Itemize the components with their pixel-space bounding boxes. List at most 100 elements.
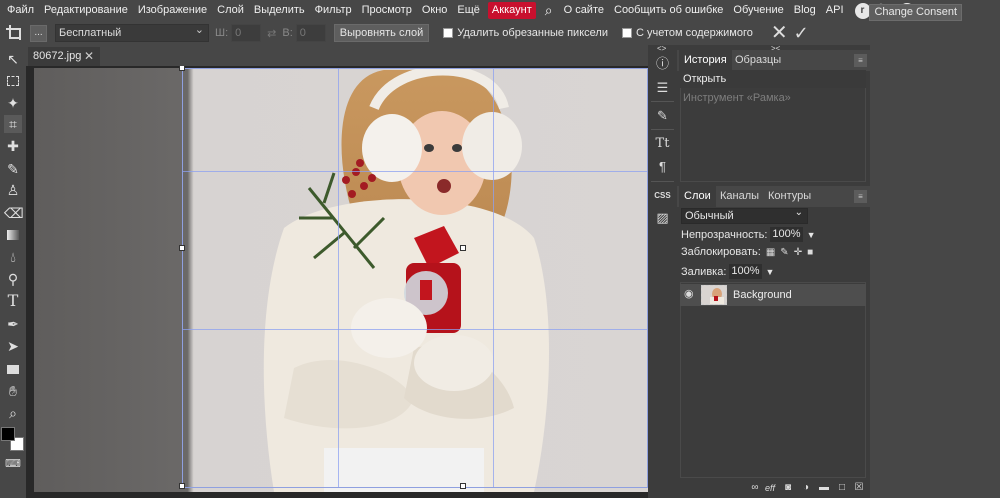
fill-input[interactable]: 100% [729,264,762,279]
menu-edit[interactable]: Редактирование [39,0,133,21]
options-bar: ... Бесплатный Ш: 0 ⇄ В: 0 Выровнять сло… [0,21,1000,45]
gradient-tool-icon[interactable] [4,226,22,244]
crop-handle-bottom-left[interactable] [179,483,185,489]
lock-pixels-icon[interactable]: ✎ [780,247,788,258]
document-tab[interactable]: 80672.jpg ✕ [28,47,100,66]
link-icon[interactable]: ∞ [749,482,761,494]
account-button[interactable]: Аккаунт [487,2,536,19]
crop-frame[interactable] [179,66,648,489]
width-input[interactable]: 0 [231,24,262,42]
history-item-crop[interactable]: Инструмент «Рамка» [680,89,866,107]
menu-file[interactable]: Файл [2,0,39,21]
height-input[interactable]: 0 [295,24,326,42]
menu-learn[interactable]: Обучение [728,0,788,21]
brush-tool-icon[interactable]: ✎ [4,160,22,178]
menu-bar: Файл Редактирование Изображение Слой Выд… [0,0,1000,21]
brush-settings-icon[interactable]: ✎ [654,107,671,124]
tab-swatches[interactable]: Образцы [730,50,786,71]
divider [651,101,674,102]
crop-handle-bottom[interactable] [460,483,466,489]
menu-view[interactable]: Просмотр [357,0,417,21]
adjustments-icon[interactable]: ☰ [654,79,671,96]
opacity-input[interactable]: 100% [770,227,803,242]
crop-grid-line [183,329,647,330]
document-tab-label: 80672.jpg [33,50,82,62]
canvas-area[interactable] [26,66,648,498]
keyboard-icon[interactable]: ⌨ [4,455,22,473]
content-aware-label: С учетом содержимого [635,27,753,39]
menu-image[interactable]: Изображение [133,0,212,21]
dodge-tool-icon[interactable]: ⚲ [4,270,22,288]
crop-preset-select[interactable]: Бесплатный [55,22,209,42]
panel-menu-icon[interactable]: ≡ [854,54,867,67]
eraser-tool-icon[interactable]: ⌫ [4,204,24,222]
shape-tool-icon[interactable] [4,360,22,378]
menu-layer[interactable]: Слой [212,0,249,21]
commit-crop-icon[interactable]: ✓ [794,24,809,42]
type-tool-icon[interactable]: T [4,292,22,310]
effects-icon[interactable]: eff [764,482,776,494]
close-tab-icon[interactable]: ✕ [84,47,94,66]
pen-tool-icon[interactable]: ✒ [4,315,22,333]
straighten-layer-button[interactable]: Выровнять слой [333,24,430,42]
checkbox-box[interactable] [621,28,632,38]
magic-wand-tool-icon[interactable]: ✦ [4,94,22,112]
content-aware-checkbox[interactable]: С учетом содержимого [621,27,753,39]
mask-icon[interactable]: ◙ [782,482,794,494]
hand-tool-icon[interactable]: ✋︎ [4,382,22,400]
cancel-crop-icon[interactable]: ✕ [771,23,788,43]
css-icon[interactable]: CSS [654,187,671,204]
tab-history[interactable]: История [679,50,732,71]
lock-position-icon[interactable]: ✛ [794,247,802,258]
menu-select[interactable]: Выделить [249,0,310,21]
eye-icon[interactable]: ◉ [684,287,694,300]
menu-blog[interactable]: Blog [789,0,821,21]
image-icon[interactable]: ▨ [654,209,671,226]
menu-more[interactable]: Ещё [452,0,485,21]
trash-icon[interactable]: ☒ [853,482,865,494]
opacity-dropdown-icon[interactable]: ▼ [807,230,816,240]
menu-window[interactable]: Окно [417,0,453,21]
zoom-tool-icon[interactable]: ⌕ [4,404,22,422]
tab-channels[interactable]: Каналы [715,186,764,207]
stamp-tool-icon[interactable]: ♙ [4,181,22,199]
character-icon[interactable]: Tt [654,135,671,152]
crop-handle-center[interactable] [460,245,466,251]
crop-handle-top-left[interactable] [179,66,185,71]
reddit-icon[interactable]: r [854,2,871,19]
new-layer-icon[interactable]: □ [836,482,848,494]
tab-paths[interactable]: Контуры [763,186,816,207]
blur-tool-icon[interactable]: 💧︎ [4,248,22,266]
path-select-tool-icon[interactable]: ➤ [4,337,22,355]
lock-all-icon[interactable]: ■ [807,247,813,258]
crop-tool-icon[interactable]: ⌗ [4,115,22,133]
panel-menu-icon[interactable]: ≡ [854,190,867,203]
crop-handle-left[interactable] [179,245,185,251]
layer-row-background[interactable]: ◉ Background [680,284,866,306]
history-item-open[interactable]: Открыть [680,70,866,88]
adjustment-icon[interactable]: ◑ [800,482,812,494]
move-tool-icon[interactable]: ↖ [4,50,22,68]
tab-layers[interactable]: Слои [679,186,716,207]
swap-dimensions-icon[interactable]: ⇄ [267,27,276,40]
menu-report-bug[interactable]: Сообщить об ошибке [609,0,728,21]
healing-tool-icon[interactable]: ✚ [4,137,22,155]
fill-dropdown-icon[interactable]: ▼ [766,267,775,277]
info-icon[interactable]: ⓘ [654,55,671,72]
delete-cropped-checkbox[interactable]: Удалить обрезанные пиксели [443,27,608,39]
folder-icon[interactable]: ▬ [818,482,830,494]
more-options-button[interactable]: ... [30,24,47,42]
search-icon[interactable]: ⌕ [539,0,559,21]
lock-transparency-icon[interactable]: ▦ [766,247,775,258]
blend-mode-select[interactable]: Обычный [681,206,808,224]
menu-api[interactable]: API [821,0,849,21]
expand-arrows-icon[interactable]: <> [657,44,666,53]
lock-label: Заблокировать: [681,246,761,258]
paragraph-icon[interactable]: ¶ [654,158,671,175]
change-consent-button[interactable]: Change Consent [869,4,962,21]
menu-filter[interactable]: Фильтр [310,0,357,21]
marquee-tool-icon[interactable] [4,72,22,90]
checkbox-box[interactable] [443,28,454,38]
foreground-color-swatch[interactable] [1,427,15,441]
menu-about[interactable]: О сайте [559,0,609,21]
